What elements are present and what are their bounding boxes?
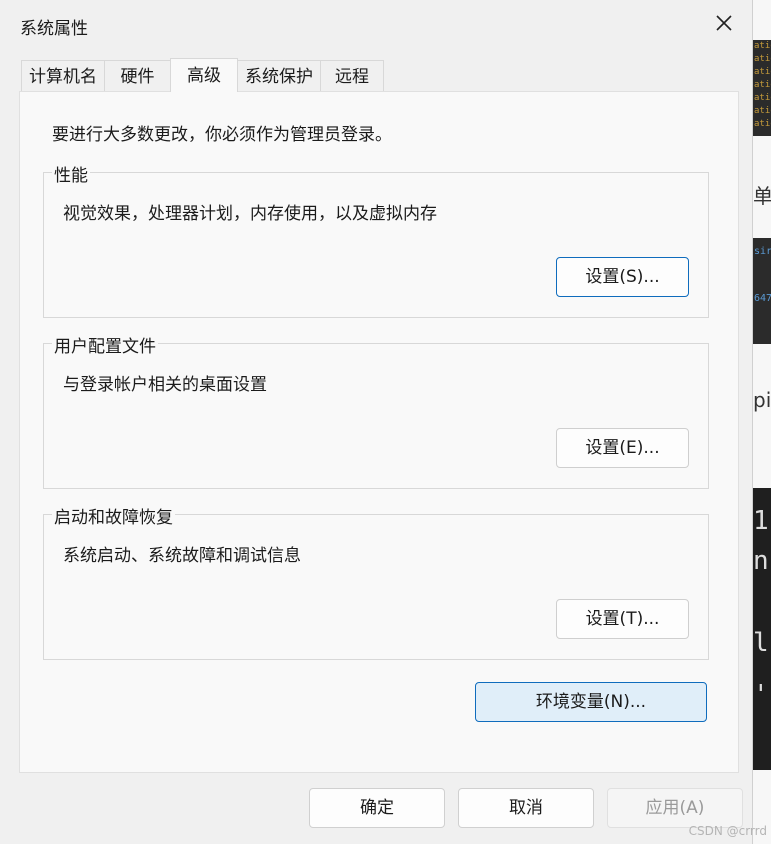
background-terminal-text: ' bbox=[753, 680, 769, 710]
performance-group: 性能 视觉效果，处理器计划，内存使用，以及虚拟内存 设置(S)... bbox=[43, 161, 709, 318]
tab-hardware[interactable]: 硬件 bbox=[104, 60, 171, 91]
background-text: pi bbox=[753, 388, 771, 412]
system-properties-dialog: 系统属性 计算机名 硬件 高级 系统保护 远程 要进行大多数更改，你必须作为管理… bbox=[0, 0, 753, 844]
performance-settings-button[interactable]: 设置(S)... bbox=[556, 257, 689, 297]
background-link: sir bbox=[754, 246, 771, 257]
close-button[interactable] bbox=[696, 0, 752, 46]
startup-recovery-description: 系统启动、系统故障和调试信息 bbox=[63, 546, 301, 566]
tab-remote[interactable]: 远程 bbox=[320, 60, 384, 91]
close-icon bbox=[716, 15, 732, 31]
environment-variables-button[interactable]: 环境变量(N)... bbox=[475, 682, 707, 722]
background-link: 647 bbox=[754, 293, 771, 304]
background-terminal-text: n bbox=[753, 546, 769, 576]
background-terminal-text: 1 bbox=[753, 506, 769, 536]
startup-recovery-group-title: 启动和故障恢复 bbox=[52, 503, 175, 528]
background-code-line: ation bbox=[754, 93, 771, 103]
ok-button[interactable]: 确定 bbox=[309, 788, 445, 828]
background-code-line: ation bbox=[754, 54, 771, 64]
background-text: 单杉 bbox=[753, 184, 771, 208]
startup-recovery-settings-button[interactable]: 设置(T)... bbox=[556, 599, 689, 639]
advanced-tab-panel: 要进行大多数更改，你必须作为管理员登录。 性能 视觉效果，处理器计划，内存使用，… bbox=[19, 91, 739, 773]
window-title: 系统属性 bbox=[20, 19, 88, 39]
startup-recovery-group: 启动和故障恢复 系统启动、系统故障和调试信息 设置(T)... bbox=[43, 503, 709, 660]
background-code-line: ation bbox=[754, 41, 771, 51]
performance-group-title: 性能 bbox=[52, 161, 90, 186]
user-profiles-settings-button[interactable]: 设置(E)... bbox=[556, 428, 689, 468]
tab-system-protection[interactable]: 系统保护 bbox=[237, 60, 321, 91]
background-code-block-2: sir 647 bbox=[752, 238, 771, 344]
cancel-button[interactable]: 取消 bbox=[458, 788, 594, 828]
background-terminal-text: l bbox=[753, 628, 769, 658]
background-code-line: ation bbox=[754, 67, 771, 77]
tab-computer-name[interactable]: 计算机名 bbox=[21, 60, 105, 91]
title-bar[interactable]: 系统属性 bbox=[0, 0, 752, 46]
apply-button[interactable]: 应用(A) bbox=[607, 788, 743, 828]
tab-advanced[interactable]: 高级 bbox=[170, 58, 238, 92]
user-profiles-description: 与登录帐户相关的桌面设置 bbox=[63, 375, 267, 395]
background-code-line: ation bbox=[754, 106, 771, 116]
background-code-line: ation bbox=[754, 80, 771, 90]
watermark: CSDN @crrrd bbox=[688, 824, 767, 838]
admin-notice: 要进行大多数更改，你必须作为管理员登录。 bbox=[52, 125, 392, 145]
background-code-block: ation ation ation ation ation ation atio… bbox=[752, 40, 771, 136]
user-profiles-group-title: 用户配置文件 bbox=[52, 332, 158, 357]
background-terminal: 1 n l ' bbox=[752, 488, 771, 770]
performance-description: 视觉效果，处理器计划，内存使用，以及虚拟内存 bbox=[63, 204, 437, 224]
background-code-line: ation bbox=[754, 119, 771, 129]
background-app: ation ation ation ation ation ation atio… bbox=[752, 0, 771, 844]
user-profiles-group: 用户配置文件 与登录帐户相关的桌面设置 设置(E)... bbox=[43, 332, 709, 489]
